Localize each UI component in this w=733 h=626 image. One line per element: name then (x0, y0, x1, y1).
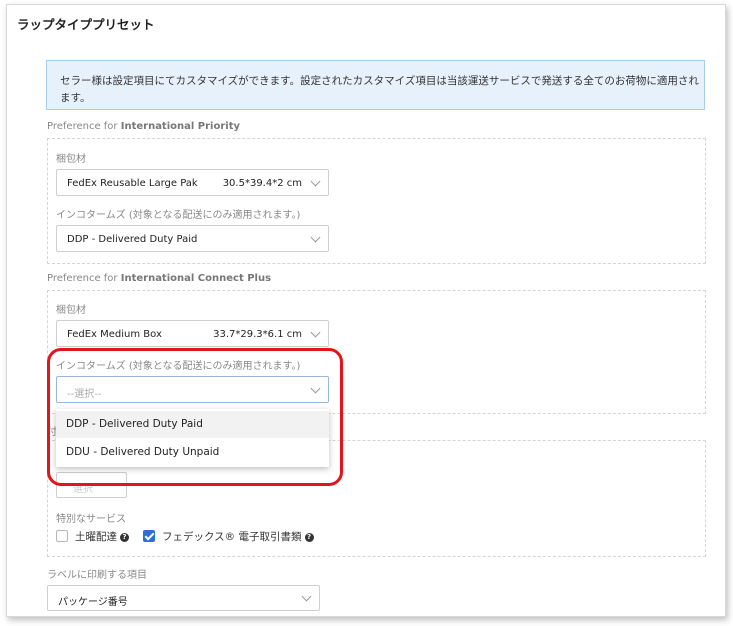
section-label-prefix: Preference for (47, 121, 118, 132)
special-services-label: 特別なサービス (56, 514, 126, 525)
packaging-select-value: FedEx Reusable Large Pak (67, 178, 198, 189)
chevron-down-icon (310, 327, 321, 338)
packaging-select-value: FedEx Medium Box (67, 329, 162, 340)
label-print-items-select[interactable]: パッケージ番号 (47, 585, 320, 611)
packaging-select-dimensions: 33.7*29.3*6.1 cm (213, 329, 302, 340)
saturday-delivery-label: 土曜配達? (75, 529, 129, 544)
etd-text: フェデックス® 電子取引書類 (162, 531, 302, 543)
page-title: ラップタイププリセット (17, 17, 155, 32)
chevron-down-icon (310, 176, 321, 187)
highlight-annotation-ring (47, 348, 343, 486)
incoterms-select-value: DDP - Delivered Duty Paid (67, 234, 198, 245)
packaging-select-international-connect-plus[interactable]: FedEx Medium Box 33.7*29.3*6.1 cm (56, 320, 329, 347)
chevron-down-icon (301, 591, 312, 602)
section-label-service: International Priority (120, 121, 241, 132)
info-notice: セラー様は設定項目にてカスタマイズができます。設定されたカスタマイズ項目は当該運… (46, 60, 705, 110)
section-label-international-connect-plus: Preference for International Connect Plu… (47, 273, 271, 284)
incoterms-label: インコタームズ (対象となる配送にのみ適用されます。) (56, 210, 301, 221)
etd-label: フェデックス® 電子取引書類? (162, 529, 314, 544)
saturday-delivery-checkbox[interactable] (56, 530, 68, 542)
help-icon[interactable]: ? (120, 532, 129, 542)
help-icon[interactable]: ? (304, 532, 314, 542)
incoterms-select-international-priority[interactable]: DDP - Delivered Duty Paid (56, 225, 329, 252)
packaging-select-international-priority[interactable]: FedEx Reusable Large Pak 30.5*39.4*2 cm (56, 169, 329, 196)
section-label-service: International Connect Plus (120, 273, 272, 284)
label-print-items-value: パッケージ番号 (58, 597, 128, 608)
packaging-label: 梱包材 (56, 154, 86, 165)
wrap-type-preset-panel: ラップタイププリセット セラー様は設定項目にてカスタマイズができます。設定された… (6, 4, 726, 617)
notice-text: セラー様は設定項目にてカスタマイズができます。設定されたカスタマイズ項目は当該運… (60, 75, 699, 104)
label-print-items-label: ラベルに印刷する項目 (47, 570, 147, 581)
etd-checkbox[interactable] (143, 530, 155, 542)
section-label-prefix: Preference for (47, 273, 118, 284)
saturday-delivery-text: 土曜配達 (75, 531, 117, 543)
chevron-down-icon (310, 232, 321, 243)
packaging-select-dimensions: 30.5*39.4*2 cm (222, 178, 302, 189)
packaging-label: 梱包材 (56, 305, 86, 316)
section-label-international-priority: Preference for International Priority (47, 121, 240, 132)
